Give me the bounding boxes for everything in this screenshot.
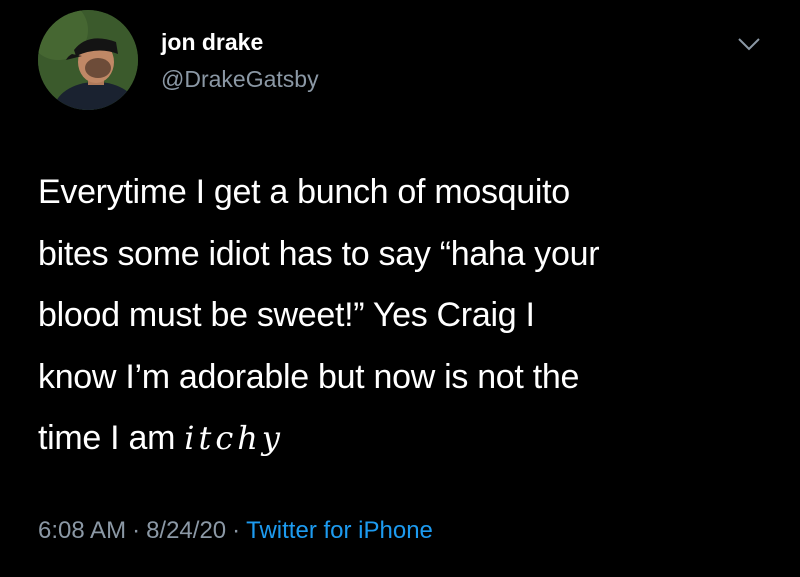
meta-separator: · [232, 517, 241, 544]
tweet-card: jon drake @DrakeGatsby Everytime I get a… [0, 0, 800, 577]
avatar[interactable] [38, 10, 138, 110]
user-display-name[interactable]: jon drake [161, 31, 263, 54]
tweet-source-link[interactable]: Twitter for iPhone [246, 517, 433, 544]
tweet-text-line: time I am itchy [38, 408, 778, 470]
meta-separator: · [132, 517, 141, 544]
tweet-text-line: know I’m adorable but now is not the [38, 357, 580, 396]
tweet-date[interactable]: 8/24/20 [146, 517, 226, 544]
tweet-text-fancy-word: itchy [184, 419, 284, 457]
user-handle[interactable]: @DrakeGatsby [161, 68, 319, 91]
tweet-text-line: bites some idiot has to say “haha your [38, 234, 600, 273]
tweet-text-line: Everytime I get a bunch of mosquito [38, 173, 570, 211]
avatar-photo [38, 10, 138, 110]
tweet-text-line: blood must be sweet!” Yes Craig I [38, 296, 535, 334]
tweet-text: Everytime I get a bunch of mosquito bite… [38, 162, 778, 470]
tweet-time[interactable]: 6:08 AM [38, 517, 126, 544]
tweet-meta: 6:08 AM · 8/24/20 · Twitter for iPhone [38, 519, 433, 543]
tweet-text-last-prefix: time I am [38, 419, 185, 457]
chevron-down-icon[interactable] [736, 36, 762, 52]
